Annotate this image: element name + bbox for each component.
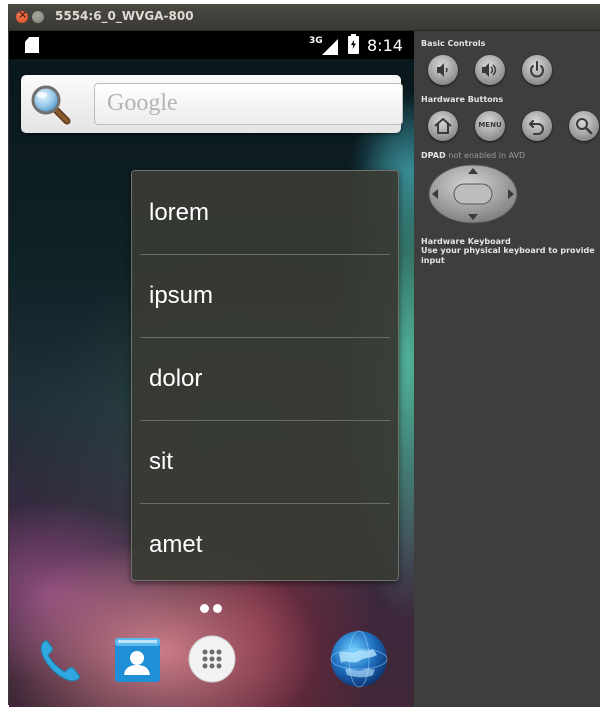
home-button[interactable]	[428, 111, 458, 141]
hardware-buttons-label: Hardware Buttons	[421, 95, 504, 104]
power-icon	[530, 61, 544, 78]
google-search-widget[interactable]: Google	[21, 75, 403, 133]
volume-up-button[interactable]	[475, 55, 505, 85]
menu-item-lorem[interactable]: lorem	[132, 171, 398, 254]
browser-globe-icon[interactable]	[329, 629, 389, 689]
app-drawer-icon[interactable]	[187, 634, 237, 684]
emulator-controls-panel: Basic Controls Hardware Buttons MENU DPA…	[414, 31, 600, 707]
dpad-control[interactable]	[428, 164, 518, 224]
menu-item-label: dolor	[149, 364, 203, 392]
status-bar: 3G 8:14	[9, 31, 414, 59]
menu-item-label: ipsum	[149, 281, 214, 309]
signal-icon: 3G	[309, 36, 343, 55]
menu-item-label: lorem	[149, 198, 210, 226]
back-icon	[529, 120, 544, 135]
minimize-window-button[interactable]	[32, 11, 44, 23]
contacts-icon[interactable]	[112, 634, 162, 684]
menu-item-dolor[interactable]: dolor	[132, 337, 398, 420]
menu-item-ipsum[interactable]: ipsum	[132, 254, 398, 337]
close-window-button[interactable]	[16, 8, 28, 23]
menu-button-label: MENU	[478, 121, 502, 129]
dpad-status-label: DPAD not enabled in AVD	[421, 151, 525, 160]
battery-charging-icon	[348, 34, 359, 54]
device-screen[interactable]: 3G 8:14 Google lorem ipsum dolor sit ame…	[9, 31, 414, 707]
dpad-icon	[428, 164, 518, 224]
menu-button[interactable]: MENU	[475, 111, 505, 141]
menu-item-sit[interactable]: sit	[132, 420, 398, 503]
menu-item-amet[interactable]: amet	[132, 503, 398, 580]
volume-up-icon	[482, 63, 497, 77]
menu-item-label: sit	[149, 447, 173, 475]
search-placeholder: Google	[107, 90, 178, 116]
search-input[interactable]: Google	[94, 83, 403, 125]
dpad-status: not enabled in AVD	[448, 151, 526, 160]
search-button[interactable]	[569, 111, 599, 141]
window-title: 5554:6_0_WVGA-800	[55, 9, 194, 23]
search-icon	[576, 118, 593, 135]
status-clock: 8:14	[367, 36, 403, 55]
home-icon	[434, 118, 452, 134]
sd-card-icon	[25, 37, 39, 53]
menu-item-label: amet	[149, 530, 203, 558]
hardware-keyboard-note: Use your physical keyboard to provide in…	[421, 246, 595, 265]
back-button[interactable]	[522, 111, 552, 141]
volume-down-icon	[437, 63, 448, 77]
search-icon[interactable]	[29, 83, 73, 127]
popup-menu: lorem ipsum dolor sit amet	[131, 170, 399, 581]
dpad-label: DPAD	[421, 151, 446, 160]
phone-icon[interactable]	[35, 634, 85, 684]
basic-controls-label: Basic Controls	[421, 39, 486, 48]
page-indicator	[200, 604, 224, 614]
volume-down-button[interactable]	[428, 55, 458, 85]
network-type-label: 3G	[309, 36, 323, 46]
emulator-window: 5554:6_0_WVGA-800 3G 8:14	[8, 4, 600, 707]
title-bar: 5554:6_0_WVGA-800	[8, 4, 600, 31]
page-dot	[200, 604, 209, 613]
power-button[interactable]	[522, 55, 552, 85]
page-dot	[213, 604, 222, 613]
